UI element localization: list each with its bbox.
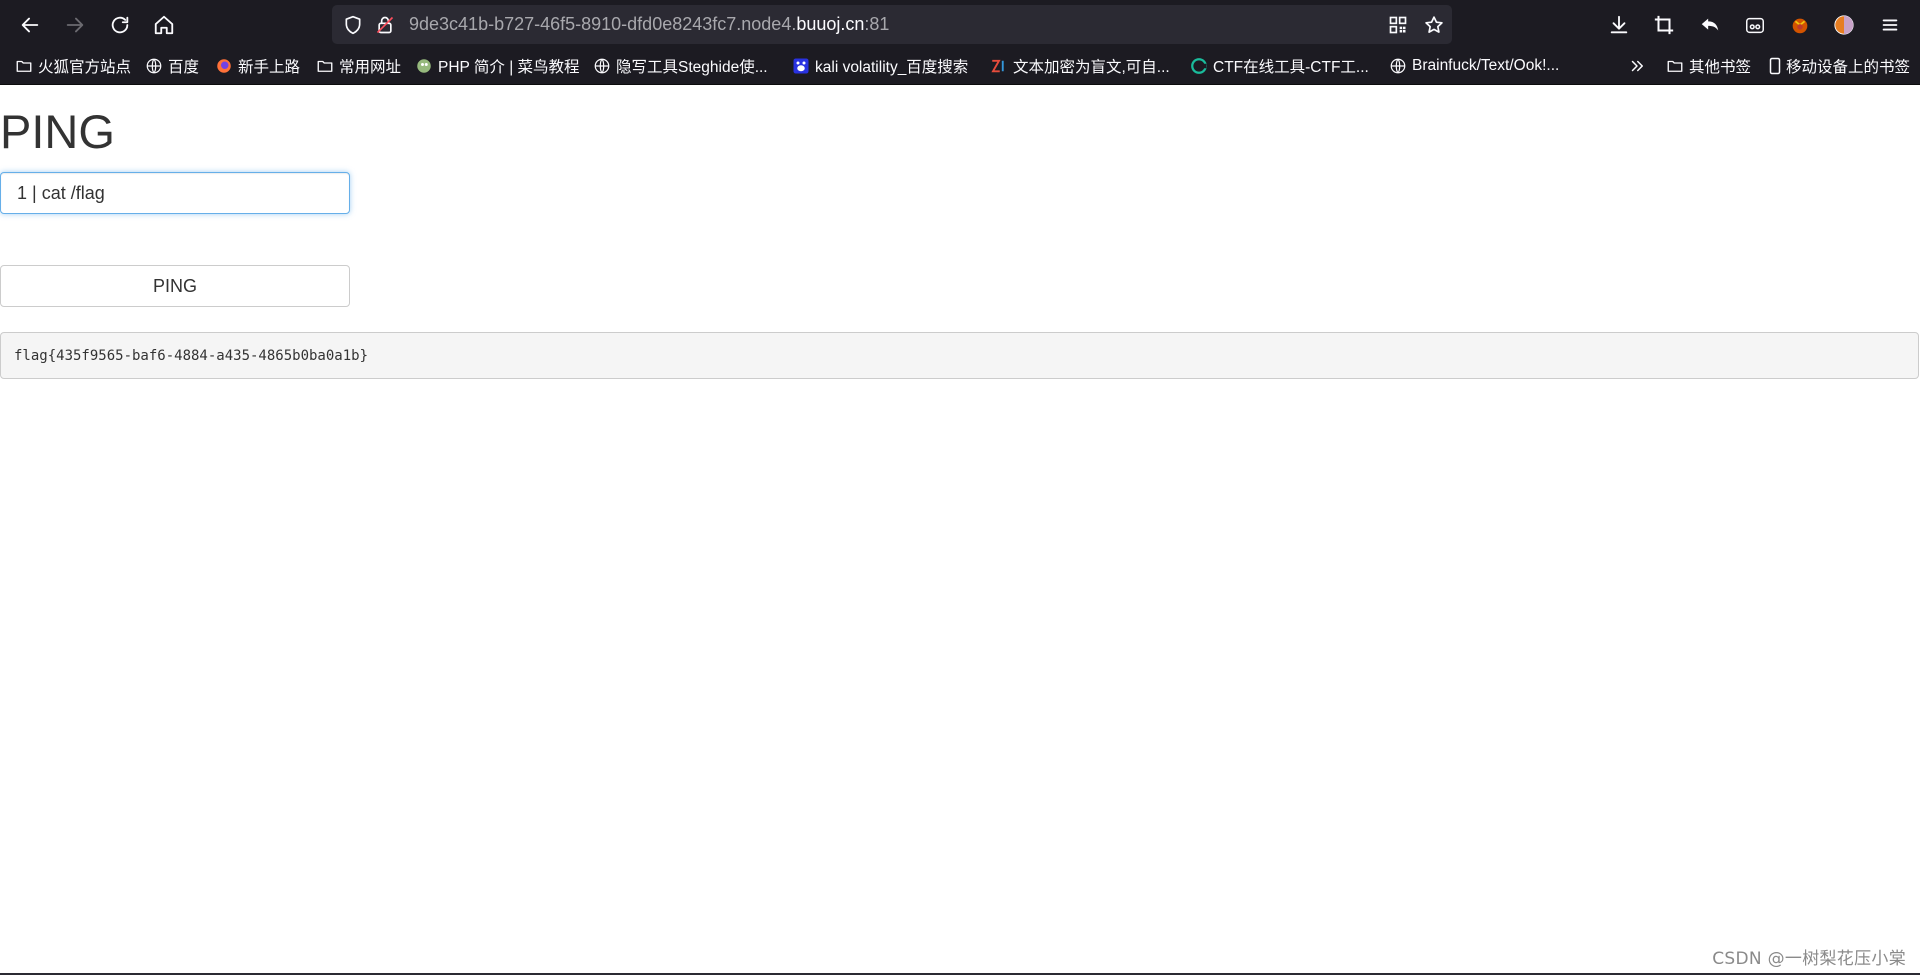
bookmark-label: 百度	[168, 59, 200, 76]
globe-icon	[145, 57, 163, 75]
bookmark-item[interactable]: 火狐官方站点	[15, 53, 131, 79]
zi-icon	[990, 57, 1008, 75]
bookmark-label: 隐写工具Steghide使...	[616, 59, 768, 76]
shield-icon[interactable]	[342, 14, 364, 36]
bookmark-label: CTF在线工具-CTF工...	[1213, 59, 1369, 76]
bookmark-star-icon[interactable]	[1423, 14, 1445, 36]
hackbar-icon	[1792, 18, 1808, 34]
home-button[interactable]	[148, 9, 180, 41]
hackbar-extension-button[interactable]	[1784, 9, 1816, 41]
back-arrow-icon	[21, 17, 39, 33]
bookmark-item[interactable]: CTF在线工具-CTF工...	[1190, 53, 1369, 79]
bookmark-item[interactable]: 文本加密为盲文,可自...	[990, 53, 1170, 79]
menu-button[interactable]	[1874, 9, 1906, 41]
forward-button[interactable]	[59, 9, 91, 41]
url-port: :81	[864, 14, 890, 34]
mobile-device-icon	[1766, 57, 1784, 75]
mask-icon	[1746, 17, 1764, 34]
page-title: PING	[0, 105, 115, 158]
forward-arrow-icon	[66, 17, 84, 33]
globe-icon	[593, 57, 611, 75]
folder-icon	[15, 57, 33, 75]
url-host: buuoj.cn	[796, 14, 865, 34]
folder-icon	[316, 57, 334, 75]
bookmark-item[interactable]: PHP 简介 | 菜鸟教程	[415, 53, 580, 79]
bookmark-item[interactable]: kali volatility_百度搜索	[792, 53, 968, 79]
reload-button[interactable]	[104, 9, 136, 41]
ping-button[interactable]: PING	[0, 265, 350, 307]
ctf-icon	[1190, 57, 1208, 75]
bookmark-label: 移动设备上的书签	[1786, 59, 1911, 76]
bookmark-label: 火狐官方站点	[38, 59, 132, 76]
bookmark-label: 其他书签	[1689, 59, 1752, 76]
csdn-watermark: CSDN @一树梨花压小棠	[1712, 949, 1906, 969]
qr-code-icon[interactable]	[1387, 14, 1409, 36]
bookmark-label: Brainfuck/Text/Ook!...	[1412, 57, 1560, 74]
bookmarks-overflow-button[interactable]	[1628, 53, 1651, 79]
home-icon	[154, 15, 174, 35]
baidu-paw-icon	[792, 57, 810, 75]
crop-icon	[1654, 15, 1674, 35]
bookmark-item[interactable]: 新手上路	[215, 53, 300, 79]
bookmark-label: 常用网址	[339, 59, 402, 76]
reload-icon	[111, 16, 129, 34]
browser-toolbar: 9de3c41b-b727-46f5-8910-dfd0e8243fc7.nod…	[0, 0, 1920, 49]
bookmark-item[interactable]: 隐写工具Steghide使...	[593, 53, 768, 79]
runoob-icon	[415, 57, 433, 75]
bookmark-label: 新手上路	[238, 59, 301, 76]
double-chevron-right-icon	[1628, 57, 1646, 75]
bookmark-item[interactable]: 百度	[145, 53, 199, 79]
url-bar[interactable]: 9de3c41b-b727-46f5-8910-dfd0e8243fc7.nod…	[332, 5, 1452, 44]
ping-ip-input[interactable]	[0, 172, 350, 214]
undo-arrow-icon	[1701, 18, 1719, 31]
hamburger-menu-icon	[1882, 19, 1898, 31]
avatar-icon	[1834, 15, 1854, 35]
download-icon	[1610, 15, 1628, 34]
bookmark-label: PHP 简介 | 菜鸟教程	[438, 59, 580, 76]
account-button[interactable]	[1828, 9, 1860, 41]
bookmark-label: 文本加密为盲文,可自...	[1013, 59, 1170, 76]
ping-result-output: flag{435f9565-baf6-4884-a435-4865b0ba0a1…	[0, 332, 1919, 379]
url-text[interactable]: 9de3c41b-b727-46f5-8910-dfd0e8243fc7.nod…	[409, 5, 889, 44]
bookmarks-toolbar: 火狐官方站点 百度 新手上路 常用网址 PHP 简介 | 菜鸟教程 隐写工具St…	[0, 49, 1920, 85]
bookmark-label: kali volatility_百度搜索	[815, 59, 969, 76]
firefox-icon	[215, 57, 233, 75]
extension-button[interactable]	[1739, 9, 1771, 41]
folder-icon	[1666, 57, 1684, 75]
insecure-lock-icon[interactable]	[374, 14, 396, 36]
undo-button[interactable]	[1694, 9, 1726, 41]
bookmark-item[interactable]: 常用网址	[316, 53, 401, 79]
bookmark-item[interactable]: Brainfuck/Text/Ook!...	[1389, 53, 1559, 79]
back-button[interactable]	[14, 9, 46, 41]
globe-icon	[1389, 57, 1407, 75]
other-bookmarks-folder[interactable]: 其他书签	[1666, 53, 1751, 79]
screenshot-button[interactable]	[1648, 9, 1680, 41]
downloads-button[interactable]	[1603, 9, 1635, 41]
url-prefix: 9de3c41b-b727-46f5-8910-dfd0e8243fc7.nod…	[409, 14, 797, 34]
mobile-bookmarks-folder[interactable]: 移动设备上的书签	[1766, 53, 1910, 79]
